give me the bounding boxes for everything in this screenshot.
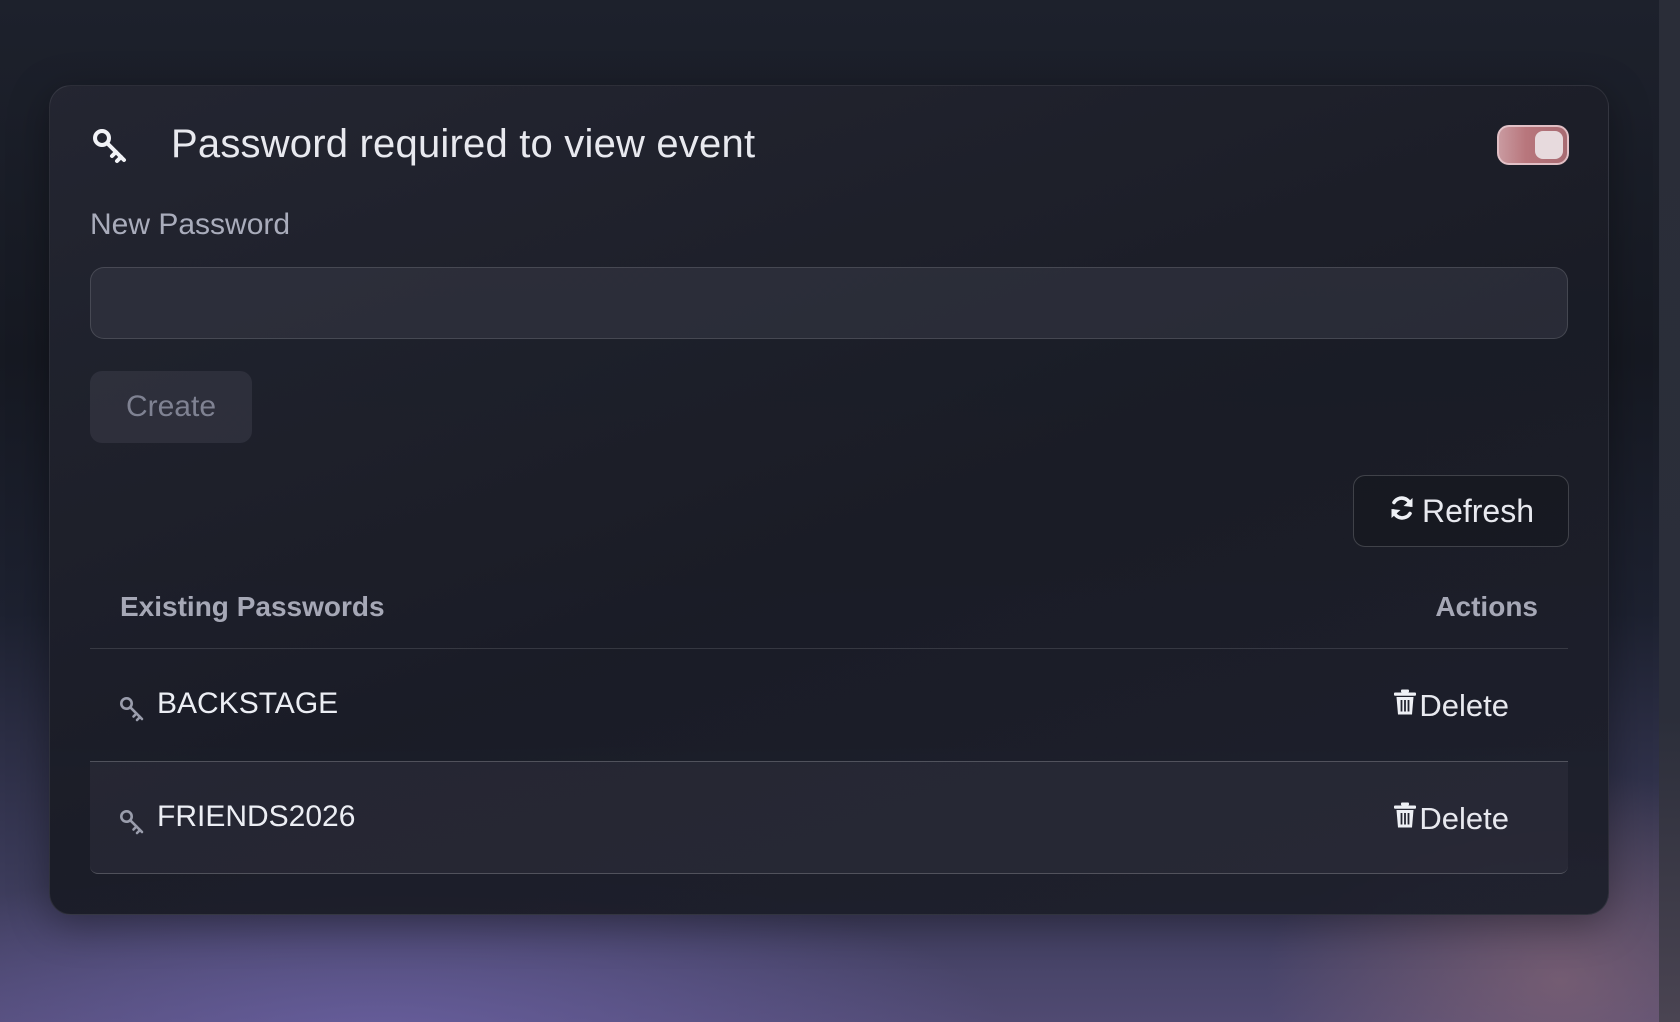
trash-icon (1393, 801, 1417, 837)
column-header-actions: Actions (1435, 591, 1538, 622)
key-icon (118, 808, 146, 836)
new-password-label: New Password (90, 208, 291, 241)
password-settings-panel: Password required to view event New Pass… (49, 85, 1609, 915)
table-row: FRIENDS2026 Delete (90, 761, 1568, 874)
table-row: BACKSTAGE Delete (90, 648, 1568, 761)
password-required-toggle[interactable] (1497, 125, 1569, 165)
toggle-knob (1535, 131, 1563, 159)
delete-label: Delete (1419, 801, 1509, 836)
trash-icon (1393, 688, 1417, 724)
password-name: BACKSTAGE (157, 687, 339, 720)
password-name: FRIENDS2026 (157, 800, 356, 833)
key-icon (90, 126, 130, 166)
key-icon (118, 695, 146, 723)
background-edge (1659, 0, 1680, 1022)
delete-label: Delete (1419, 688, 1509, 723)
create-button[interactable]: Create (90, 371, 252, 443)
refresh-button[interactable]: Refresh (1353, 475, 1569, 547)
new-password-input[interactable] (90, 267, 1568, 339)
page-title: Password required to view event (171, 122, 756, 166)
refresh-label: Refresh (1421, 492, 1535, 529)
refresh-icon (1388, 493, 1416, 530)
column-header-existing-passwords: Existing Passwords (120, 591, 385, 622)
delete-button[interactable]: Delete (1393, 685, 1509, 727)
delete-button[interactable]: Delete (1393, 798, 1509, 840)
